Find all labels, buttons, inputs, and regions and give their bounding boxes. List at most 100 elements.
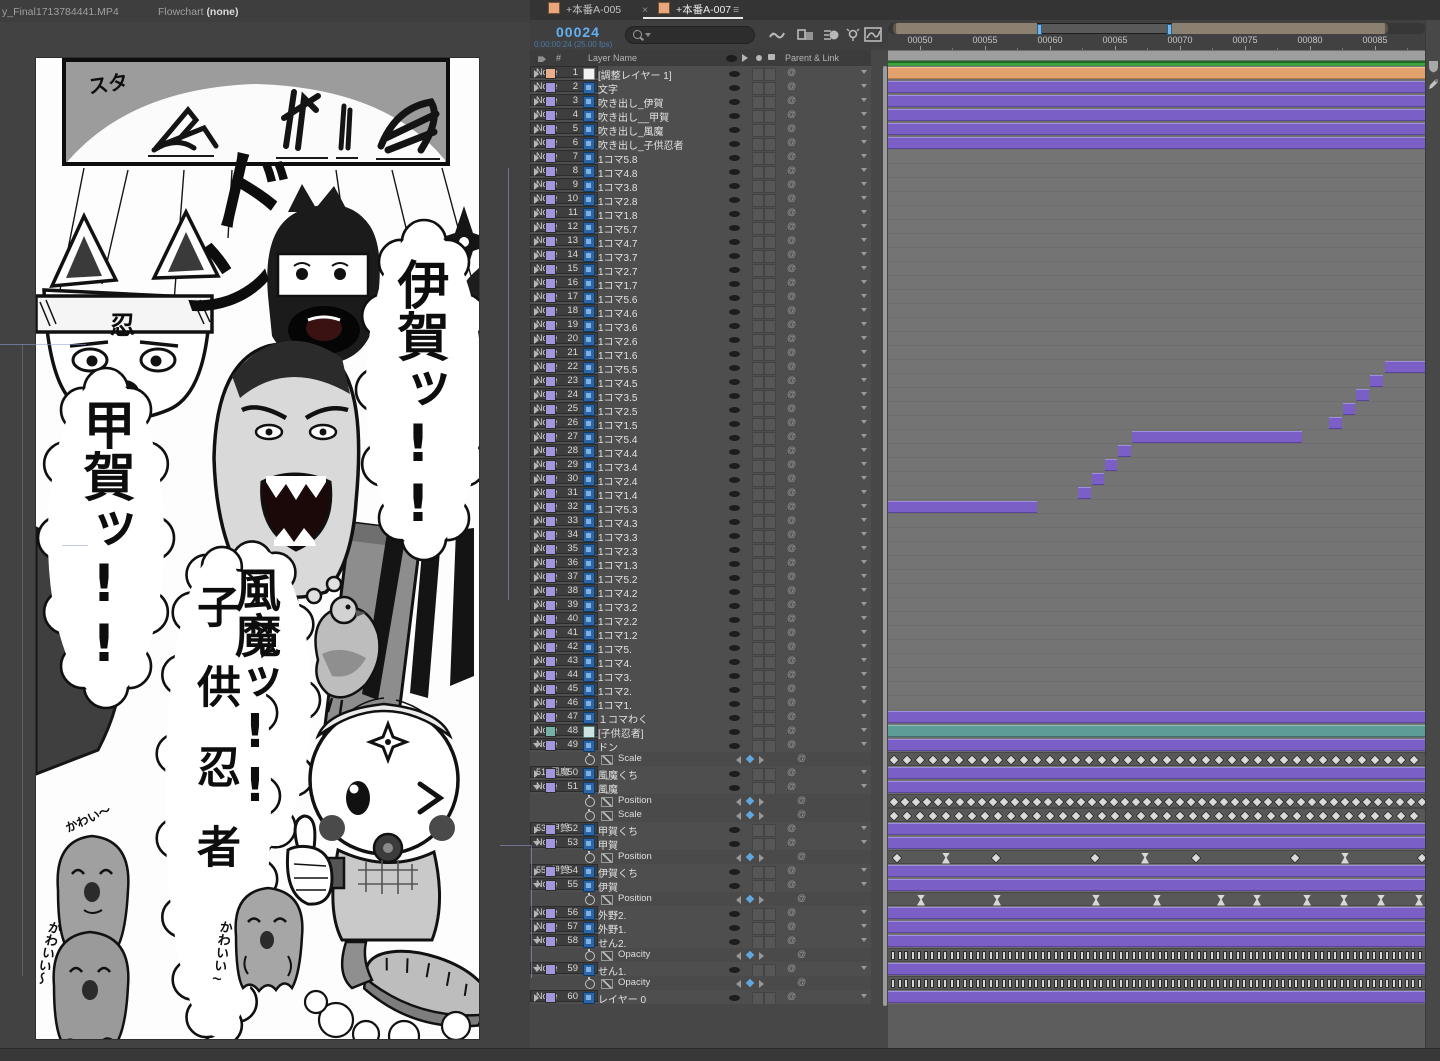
eye-icon[interactable] <box>729 463 740 469</box>
keyframe-icon[interactable] <box>989 951 993 960</box>
keyframe-icon[interactable] <box>1284 796 1295 807</box>
eye-icon[interactable] <box>729 379 740 385</box>
chevron-collapsed-icon[interactable] <box>534 420 539 428</box>
chevron-collapsed-icon[interactable] <box>534 476 539 484</box>
property-row[interactable]: Position@ <box>530 850 871 864</box>
keyframe-icon[interactable] <box>1408 810 1419 821</box>
keyframe-icon[interactable] <box>1226 810 1237 821</box>
keyframe-icon[interactable] <box>1411 951 1415 960</box>
solo-cell[interactable] <box>752 306 764 319</box>
eye-icon[interactable] <box>729 295 740 301</box>
chevron-collapsed-icon[interactable] <box>534 700 539 708</box>
snapshot-pen-icon[interactable] <box>1428 78 1439 90</box>
shy-layers-icon[interactable] <box>768 27 786 42</box>
pickwhip-icon[interactable]: @ <box>787 305 796 315</box>
pickwhip-icon[interactable]: @ <box>797 809 806 819</box>
lock-cell[interactable] <box>764 418 776 431</box>
layer-color-swatch[interactable] <box>545 250 556 261</box>
solo-cell[interactable] <box>752 110 764 123</box>
keyframe-icon[interactable] <box>1185 796 1196 807</box>
lock-cell[interactable] <box>764 600 776 613</box>
keyframe-icon[interactable] <box>1327 979 1331 988</box>
keyframe-icon[interactable] <box>1089 852 1100 863</box>
layer-duration-bar[interactable] <box>888 823 1425 835</box>
keyframe-icon[interactable] <box>963 951 967 960</box>
layer-row[interactable]: 3吹き出し_伊賀@None <box>530 94 871 108</box>
layer-duration-bar[interactable] <box>888 907 1425 919</box>
keyframe-icon[interactable] <box>1184 951 1188 960</box>
pickwhip-icon[interactable]: @ <box>787 235 796 245</box>
eye-icon[interactable] <box>729 183 740 189</box>
pickwhip-icon[interactable]: @ <box>787 95 796 105</box>
property-name[interactable]: Position <box>618 851 652 862</box>
layer-color-swatch[interactable] <box>545 334 556 345</box>
keyframe-icon[interactable] <box>1041 951 1045 960</box>
solo-cell[interactable] <box>752 908 764 921</box>
pickwhip-icon[interactable]: @ <box>787 221 796 231</box>
lock-cell[interactable] <box>764 320 776 333</box>
pickwhip-icon[interactable]: @ <box>787 529 796 539</box>
keyframe-icon[interactable] <box>1008 979 1012 988</box>
layer-duration-bar[interactable] <box>888 865 1425 877</box>
pickwhip-icon[interactable]: @ <box>787 543 796 553</box>
chevron-collapsed-icon[interactable] <box>534 140 539 148</box>
layer-color-swatch[interactable] <box>545 236 556 247</box>
lock-cell[interactable] <box>764 250 776 263</box>
current-time-field[interactable]: 00024 <box>556 24 600 40</box>
eye-icon[interactable] <box>729 155 740 161</box>
lock-cell[interactable] <box>764 656 776 669</box>
chevron-collapsed-icon[interactable] <box>534 546 539 554</box>
graph-icon[interactable] <box>601 895 613 905</box>
keyframe-icon[interactable] <box>1255 951 1259 960</box>
lock-cell[interactable] <box>764 698 776 711</box>
eye-icon[interactable] <box>729 449 740 455</box>
layer-color-swatch[interactable] <box>545 278 556 289</box>
keyframe-icon[interactable] <box>1340 979 1344 988</box>
solo-cell[interactable] <box>752 656 764 669</box>
keyframe-icon[interactable] <box>1005 810 1016 821</box>
keyframe-icon[interactable] <box>1177 951 1181 960</box>
eye-icon[interactable] <box>729 309 740 315</box>
layer-row[interactable]: 50風魔くち@51. 風魔 <box>530 766 871 780</box>
keyframe-icon[interactable] <box>932 796 943 807</box>
keyframe-icon[interactable] <box>1382 754 1393 765</box>
keyframe-icon[interactable] <box>1148 810 1159 821</box>
pickwhip-icon[interactable]: @ <box>787 557 796 567</box>
keyframe-icon[interactable] <box>1392 951 1396 960</box>
layer-row[interactable]: 101コマ2.8@None <box>530 192 871 206</box>
eye-icon[interactable] <box>729 253 740 259</box>
lock-cell[interactable] <box>764 432 776 445</box>
layer-row[interactable]: 71コマ5.8@None <box>530 150 871 164</box>
keyframe-icon[interactable] <box>1093 979 1097 988</box>
time-navigator-track[interactable] <box>888 23 1425 34</box>
layer-color-swatch[interactable] <box>545 320 556 331</box>
layer-color-swatch[interactable] <box>545 586 556 597</box>
keyframe-icon[interactable] <box>1213 810 1224 821</box>
layer-row[interactable]: 47１コマわく@None <box>530 710 871 724</box>
chevron-collapsed-icon[interactable] <box>534 98 539 106</box>
pickwhip-icon[interactable]: @ <box>787 109 796 119</box>
lock-cell[interactable] <box>764 110 776 123</box>
solo-cell[interactable] <box>752 544 764 557</box>
keyframe-icon[interactable] <box>1265 754 1276 765</box>
layer-row[interactable]: 181コマ4.6@None <box>530 304 871 318</box>
chevron-collapsed-icon[interactable] <box>534 224 539 232</box>
keyframe-icon[interactable] <box>1031 810 1042 821</box>
keyframe-icon[interactable] <box>1073 951 1077 960</box>
layer-color-swatch[interactable] <box>545 180 556 191</box>
pickwhip-icon[interactable]: @ <box>787 375 796 385</box>
pickwhip-icon[interactable]: @ <box>797 949 806 959</box>
chevron-collapsed-icon[interactable] <box>534 210 539 218</box>
eye-icon[interactable] <box>729 743 740 749</box>
layer-row[interactable]: 59せん1.@None <box>530 962 871 976</box>
lock-cell[interactable] <box>764 404 776 417</box>
keyframe-icon[interactable] <box>1415 895 1423 906</box>
keyframe-icon[interactable] <box>1343 754 1354 765</box>
keyframe-icon[interactable] <box>1288 951 1292 960</box>
property-row[interactable]: Scale@ <box>530 752 871 766</box>
eye-icon[interactable] <box>729 869 740 875</box>
layer-color-swatch[interactable] <box>545 68 556 79</box>
keyframe-icon[interactable] <box>1086 951 1090 960</box>
lock-cell[interactable] <box>764 866 776 879</box>
keyframe-icon[interactable] <box>917 895 925 906</box>
